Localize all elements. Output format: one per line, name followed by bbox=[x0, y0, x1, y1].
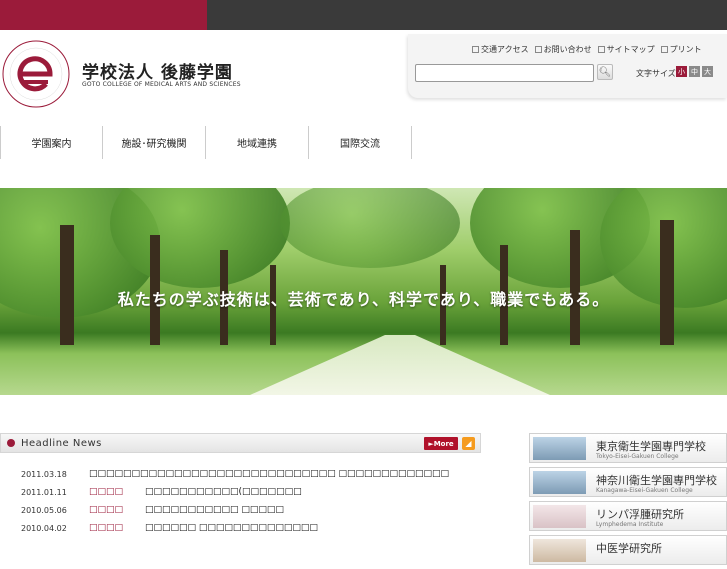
font-size-medium-button[interactable]: 中 bbox=[689, 66, 700, 77]
side-link-chinese-medicine[interactable]: 中医学研究所 bbox=[529, 535, 727, 565]
contact-link-label: お問い合わせ bbox=[543, 45, 592, 54]
search-button[interactable]: 🔍︎ bbox=[597, 64, 613, 80]
side-link-name: 神奈川衛生学園専門学校 bbox=[596, 474, 717, 487]
print-link[interactable]: プリント bbox=[660, 44, 702, 55]
top-bar-accent bbox=[0, 0, 207, 30]
nav-item-international[interactable]: 国際交流 bbox=[309, 126, 412, 159]
side-link-name: リンパ浮腫研究所 bbox=[596, 508, 684, 521]
sitemap-link[interactable]: サイトマップ bbox=[597, 44, 655, 55]
more-button[interactable]: ► More bbox=[424, 437, 458, 450]
college-logo[interactable] bbox=[0, 38, 72, 110]
sitemap-link-label: サイトマップ bbox=[606, 45, 655, 54]
news-item[interactable]: 2010.05.06 □□□□ □□□□□□□□□□□ □□□□□ bbox=[0, 502, 481, 520]
font-size-small-button[interactable]: 小 bbox=[676, 66, 687, 77]
tree-trunk bbox=[660, 220, 674, 345]
contact-link[interactable]: お問い合わせ bbox=[534, 44, 592, 55]
side-link-kanagawa[interactable]: 神奈川衛生学園専門学校 Kanagawa-Eisei-Gakuen Colleg… bbox=[529, 467, 727, 497]
print-icon bbox=[660, 46, 668, 53]
news-text[interactable]: □□□□□□□□□□□(□□□□□□□ bbox=[145, 487, 302, 497]
main-nav: 学園案内 施設･研究機関 地域連携 国際交流 bbox=[0, 126, 413, 159]
more-button-label: More bbox=[433, 439, 454, 448]
news-date: 2011.01.11 bbox=[21, 488, 67, 497]
nav-item-community[interactable]: 地域連携 bbox=[206, 126, 309, 159]
utility-links: 交通アクセス お問い合わせ サイトマップ プリント bbox=[472, 44, 702, 55]
side-link-name-en: Lymphedema Institute bbox=[596, 521, 664, 528]
news-text[interactable]: □□□□□□ □□□□□□□□□□□□□□ bbox=[145, 523, 318, 533]
side-link-tokyo[interactable]: 東京衛生学園専門学校 Tokyo-Eisei-Gakuen College bbox=[529, 433, 727, 463]
news-category: □□□□ bbox=[89, 505, 124, 515]
mail-icon bbox=[534, 46, 542, 53]
nav-item-about[interactable]: 学園案内 bbox=[0, 126, 103, 159]
news-category: □□□□ bbox=[89, 487, 124, 497]
search-input[interactable] bbox=[415, 64, 594, 82]
news-title: Headline News bbox=[21, 438, 102, 449]
org-name: 学校法人 後藤学園 bbox=[82, 63, 233, 83]
news-header: Headline News ► More ◢ bbox=[0, 433, 481, 453]
hero-banner: 私たちの学ぶ技術は、芸術であり、科学であり、職業でもある。 bbox=[0, 188, 727, 395]
side-link-name-en: Kanagawa-Eisei-Gakuen College bbox=[596, 487, 693, 494]
org-name-en: GOTO COLLEGE OF MEDICAL ARTS AND SCIENCE… bbox=[82, 81, 241, 88]
rss-icon[interactable]: ◢ bbox=[462, 437, 475, 450]
font-size-label: 文字サイズ bbox=[636, 69, 676, 78]
bullet-icon bbox=[7, 439, 15, 447]
person-thumbnail bbox=[533, 505, 586, 528]
news-text[interactable]: □□□□□□□□□□□ □□□□□ bbox=[145, 505, 284, 515]
side-link-name: 中医学研究所 bbox=[596, 542, 662, 555]
building-thumbnail bbox=[533, 437, 586, 460]
side-links: 東京衛生学園専門学校 Tokyo-Eisei-Gakuen College 神奈… bbox=[529, 433, 727, 569]
hero-tagline: 私たちの学ぶ技術は、芸術であり、科学であり、職業でもある。 bbox=[117, 290, 610, 309]
top-bar bbox=[0, 0, 727, 30]
tree-canopy bbox=[280, 188, 460, 268]
font-size-large-button[interactable]: 大 bbox=[702, 66, 713, 77]
person-thumbnail bbox=[533, 539, 586, 562]
side-link-name: 東京衛生学園専門学校 bbox=[596, 440, 706, 453]
building-thumbnail bbox=[533, 471, 586, 494]
side-link-lymphedema[interactable]: リンパ浮腫研究所 Lymphedema Institute bbox=[529, 501, 727, 531]
news-list: 2011.03.18 □□□□□□□□□□□□□□□□□□□□□□□□□□□□□… bbox=[0, 466, 481, 538]
print-link-label: プリント bbox=[669, 45, 702, 54]
news-item[interactable]: 2011.01.11 □□□□ □□□□□□□□□□□(□□□□□□□ bbox=[0, 484, 481, 502]
news-category: □□□□ bbox=[89, 523, 124, 533]
side-link-name-en: Tokyo-Eisei-Gakuen College bbox=[596, 453, 679, 460]
map-icon bbox=[472, 46, 479, 53]
news-date: 2010.05.06 bbox=[21, 506, 67, 515]
site-header: 学校法人 後藤学園 GOTO COLLEGE OF MEDICAL ARTS A… bbox=[0, 30, 727, 126]
nav-item-facilities[interactable]: 施設･研究機関 bbox=[103, 126, 206, 159]
tree-trunk bbox=[60, 225, 74, 345]
news-date: 2010.04.02 bbox=[21, 524, 67, 533]
news-date: 2011.03.18 bbox=[21, 470, 67, 479]
news-item[interactable]: 2010.04.02 □□□□ □□□□□□ □□□□□□□□□□□□□□ bbox=[0, 520, 481, 538]
utility-panel: 交通アクセス お問い合わせ サイトマップ プリント 🔍︎ 文字サイズ 小 中 大 bbox=[408, 34, 727, 98]
access-link-label: 交通アクセス bbox=[481, 45, 529, 54]
search-icon: 🔍︎ bbox=[598, 66, 612, 78]
news-text[interactable]: □□□□□□□□□□□□□□□□□□□□□□□□□□□□□ □□□□□□□□□□… bbox=[89, 469, 449, 479]
access-link[interactable]: 交通アクセス bbox=[472, 44, 529, 55]
news-item[interactable]: 2011.03.18 □□□□□□□□□□□□□□□□□□□□□□□□□□□□□… bbox=[0, 466, 481, 484]
sitemap-icon bbox=[597, 46, 605, 53]
